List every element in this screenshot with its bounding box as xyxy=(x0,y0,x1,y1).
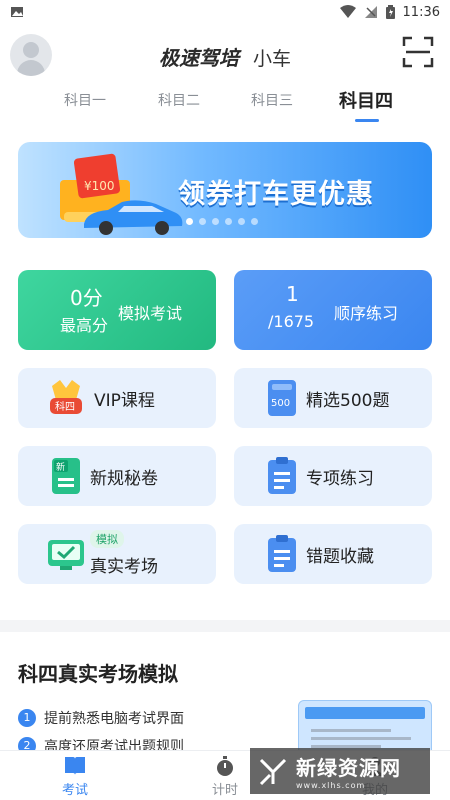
promo-banner[interactable]: ¥100 领券打车更优惠 xyxy=(18,142,432,238)
sequential-practice-card[interactable]: 1 /1675 顺序练习 xyxy=(234,270,432,350)
car-icon xyxy=(84,200,183,235)
watermark-logo-icon xyxy=(259,758,287,786)
vip-course-card[interactable]: 科四 VIP课程 xyxy=(18,368,216,428)
clipboard-icon xyxy=(268,457,296,494)
preview-line xyxy=(311,737,411,740)
book-500-icon: 500 xyxy=(268,380,296,416)
banner-dot[interactable] xyxy=(251,218,258,225)
mock-badge: 模拟 xyxy=(90,530,124,548)
brand-logo: 极速驾培 xyxy=(158,46,239,70)
nav-exam-label: 考试 xyxy=(61,783,88,798)
point-text: 提前熟悉电脑考试界面 xyxy=(44,711,184,727)
tab-subject-2[interactable]: 科目二 xyxy=(158,90,200,110)
sequential-practice-label: 顺序练习 xyxy=(334,304,399,323)
header: 极速驾培 小车 xyxy=(0,28,450,84)
scan-icon[interactable] xyxy=(402,36,434,68)
practice-total: /1675 xyxy=(268,312,315,331)
subject-tabs: 科目一 科目二 科目三 科目四 xyxy=(0,84,450,124)
coupon-text: ¥100 xyxy=(84,179,115,193)
monitor-check-icon xyxy=(48,540,84,570)
status-bar: 11:36 xyxy=(0,0,450,24)
signal-icon xyxy=(364,6,377,18)
battery-icon xyxy=(385,5,395,19)
new-rules-card[interactable]: 新 新规秘卷 xyxy=(18,446,216,506)
highest-score-label: 最高分 xyxy=(60,316,109,335)
banner-pagination xyxy=(186,218,258,225)
selected-500-card[interactable]: 500 精选500题 xyxy=(234,368,432,428)
new-rules-label: 新规秘卷 xyxy=(90,469,158,489)
mock-exam-label: 模拟考试 xyxy=(118,304,183,323)
status-time: 11:36 xyxy=(402,4,440,20)
feature-point: 1 提前熟悉电脑考试界面 xyxy=(18,708,184,728)
special-practice-label: 专项练习 xyxy=(306,469,374,489)
nav-exam[interactable]: 考试 xyxy=(35,755,115,798)
vip-course-label: VIP课程 xyxy=(94,391,155,411)
banner-dot[interactable] xyxy=(212,218,219,225)
vip-course-icon: 科四 xyxy=(50,380,82,414)
clipboard-icon xyxy=(268,535,296,572)
highest-score-value: 0分 xyxy=(70,286,103,310)
vip-icon-text: 科四 xyxy=(55,400,75,413)
tab-subject-1[interactable]: 科目一 xyxy=(64,90,106,110)
wrong-questions-card[interactable]: 错题收藏 xyxy=(234,524,432,584)
status-icons: 11:36 xyxy=(339,4,440,20)
preview-line xyxy=(311,729,391,732)
banner-dot[interactable] xyxy=(238,218,245,225)
point-number: 1 xyxy=(18,709,36,727)
tab-subject-4[interactable]: 科目四 xyxy=(339,87,393,113)
section-title: 科四真实考场模拟 xyxy=(18,662,178,686)
mock-exam-card[interactable]: 0分 最高分 模拟考试 xyxy=(18,270,216,350)
preview-title-bar xyxy=(305,707,425,719)
banner-text: 领券打车更优惠 xyxy=(178,179,374,210)
new-rules-icon-text: 新 xyxy=(56,461,65,473)
wrong-questions-label: 错题收藏 xyxy=(306,547,374,567)
book-icon xyxy=(65,757,85,775)
real-exam-label: 真实考场 xyxy=(90,557,158,577)
banner-dot[interactable] xyxy=(225,218,232,225)
selected-500-label: 精选500题 xyxy=(306,391,390,411)
active-tab-indicator xyxy=(355,119,379,122)
special-practice-card[interactable]: 专项练习 xyxy=(234,446,432,506)
watermark-overlay: 新绿资源网 www.xlhs.com xyxy=(250,748,430,794)
image-icon xyxy=(11,7,23,17)
stopwatch-icon xyxy=(217,756,233,776)
banner-dot[interactable] xyxy=(186,218,193,225)
wifi-icon xyxy=(339,5,356,18)
vehicle-type[interactable]: 小车 xyxy=(253,48,291,70)
book-500-text: 500 xyxy=(271,398,290,409)
watermark-title: 新绿资源网 xyxy=(296,756,401,780)
real-exam-card[interactable]: 模拟 真实考场 xyxy=(18,524,216,584)
banner-dot[interactable] xyxy=(199,218,206,225)
nav-timer-label: 计时 xyxy=(211,783,238,798)
brand-title: 极速驾培 小车 xyxy=(0,42,450,71)
section-divider xyxy=(0,620,450,632)
watermark-subtitle: www.xlhs.com xyxy=(296,781,366,790)
tab-subject-3[interactable]: 科目三 xyxy=(251,90,293,110)
new-rules-icon: 新 xyxy=(52,458,80,494)
practice-progress-value: 1 xyxy=(286,282,299,306)
